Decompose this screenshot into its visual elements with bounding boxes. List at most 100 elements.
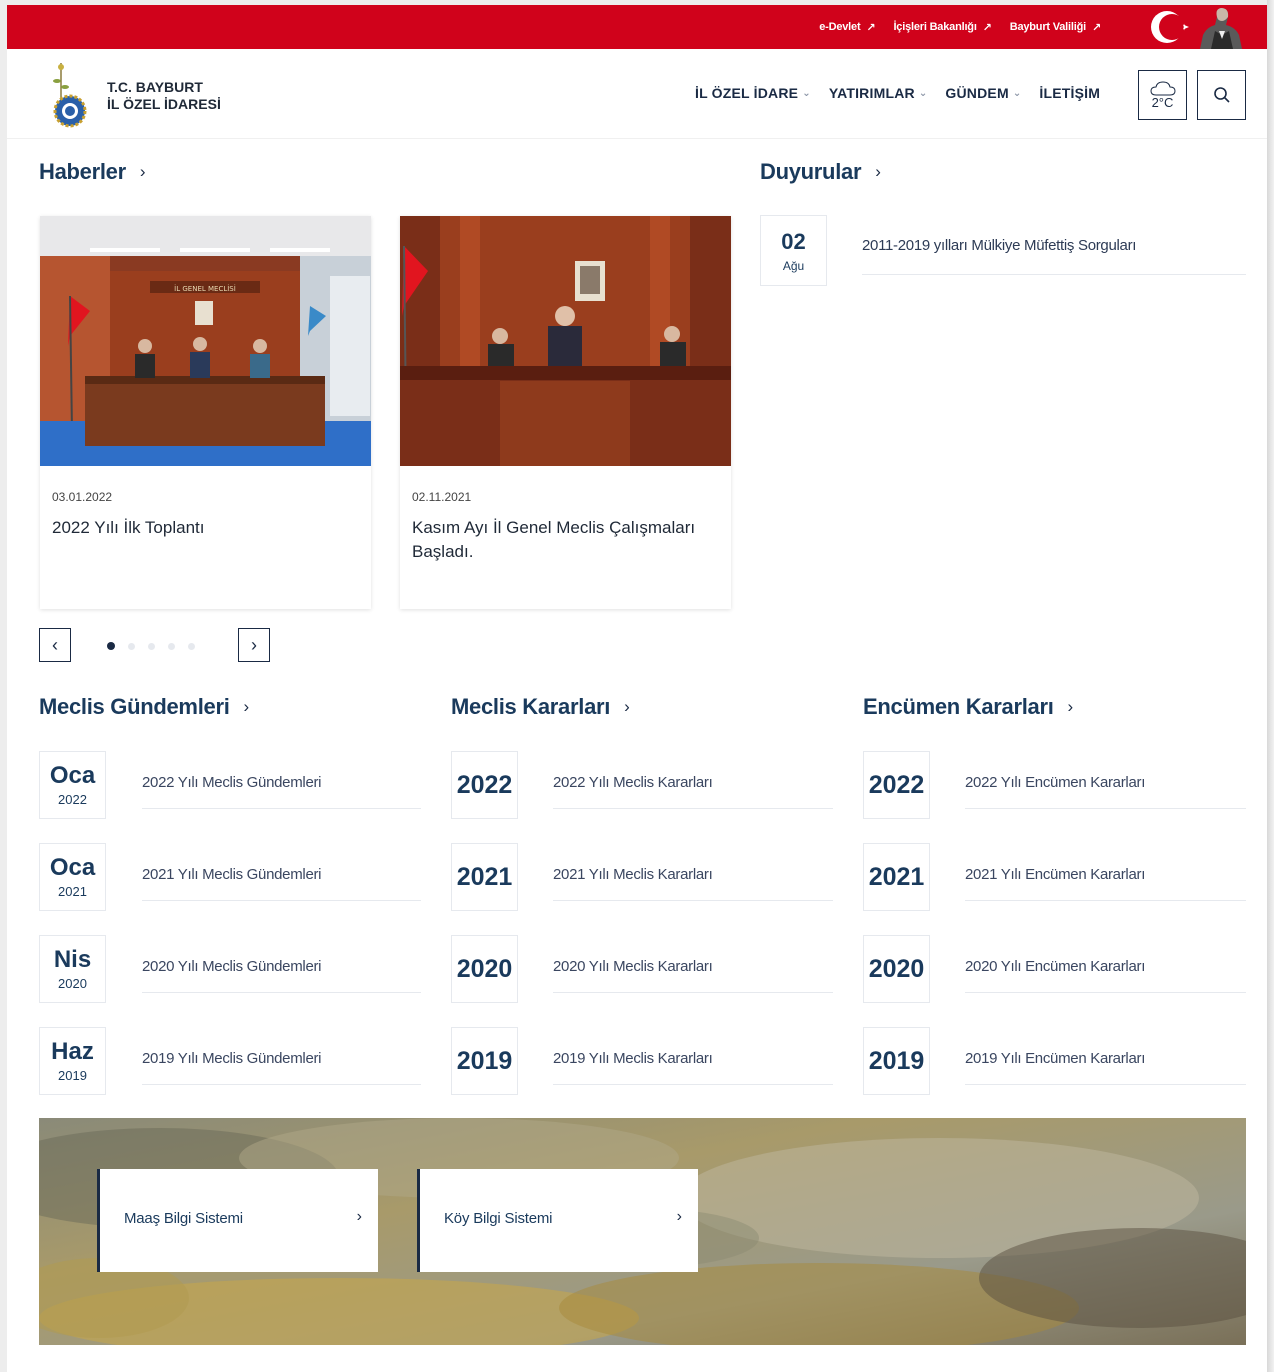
announcement-link[interactable]: 2011-2019 yılları Mülkiye Müfettiş Sorgu… bbox=[862, 237, 1246, 275]
year-box: 2022 bbox=[863, 751, 930, 819]
chevron-right-icon: › bbox=[251, 634, 257, 655]
main-nav: İL ÖZEL İDARE ⌄ YATIRIMLAR ⌄ GÜNDEM ⌄ İL… bbox=[695, 85, 1100, 101]
site-header: T.C. BAYBURT İL ÖZEL İDARESİ İL ÖZEL İDA… bbox=[7, 49, 1267, 139]
meclis-kararlari-title[interactable]: Meclis Kararları › bbox=[451, 694, 630, 720]
external-arrow-icon: ↗ bbox=[1091, 21, 1101, 34]
date-year: 2021 bbox=[58, 884, 87, 899]
date-year: 2022 bbox=[58, 792, 87, 807]
news-title-label: Haberler bbox=[39, 159, 126, 184]
list-item-link[interactable]: 2021 Yılı Meclis Kararları bbox=[553, 845, 833, 901]
news-image: İL GENEL MECLİSİ bbox=[40, 216, 371, 466]
slider-prev-button[interactable]: ‹ bbox=[39, 628, 71, 662]
list-item-link[interactable]: 2020 Yılı Meclis Gündemleri bbox=[142, 937, 421, 993]
year-box: 2020 bbox=[863, 935, 930, 1003]
date-box: Oca 2022 bbox=[39, 751, 106, 819]
list-item-link[interactable]: 2021 Yılı Meclis Gündemleri bbox=[142, 845, 421, 901]
list-item-link[interactable]: 2022 Yılı Encümen Kararları bbox=[965, 753, 1246, 809]
year-label: 2019 bbox=[868, 1047, 925, 1075]
year-box: 2021 bbox=[863, 843, 930, 911]
year-label: 2022 bbox=[456, 771, 513, 799]
chevron-right-icon: › bbox=[243, 697, 250, 716]
nav-label: İL ÖZEL İDARE bbox=[695, 85, 799, 101]
date-month: Oca bbox=[49, 762, 96, 789]
announcements-section-title[interactable]: Duyurular › bbox=[760, 159, 881, 185]
brand-name[interactable]: T.C. BAYBURT İL ÖZEL İDARESİ bbox=[107, 79, 221, 113]
date-month: Nis bbox=[53, 946, 92, 973]
chevron-right-icon: › bbox=[356, 1208, 362, 1225]
nav-il-ozel-idare[interactable]: İL ÖZEL İDARE ⌄ bbox=[695, 85, 811, 101]
search-icon bbox=[1213, 87, 1230, 103]
valilik-link[interactable]: Bayburt Valiliği ↗ bbox=[1010, 21, 1101, 34]
announcement-month: Ağu bbox=[782, 258, 805, 273]
bayburt-logo[interactable] bbox=[47, 61, 93, 129]
nav-iletisim[interactable]: İLETİŞİM bbox=[1039, 85, 1100, 101]
icisleri-link[interactable]: İçişleri Bakanlığı ↗ bbox=[893, 21, 991, 34]
slider-dots bbox=[107, 642, 195, 650]
list-item-link[interactable]: 2022 Yılı Meclis Kararları bbox=[553, 753, 833, 809]
news-title[interactable]: Kasım Ayı İl Genel Meclis Çalışmaları Ba… bbox=[412, 516, 717, 564]
search-button[interactable] bbox=[1197, 70, 1246, 120]
encumen-kararlari-title[interactable]: Encümen Kararları › bbox=[863, 694, 1073, 720]
external-arrow-icon: ↗ bbox=[866, 21, 876, 34]
button-label: Köy Bilgi Sistemi bbox=[444, 1210, 553, 1227]
list-item-link[interactable]: 2019 Yılı Encümen Kararları bbox=[965, 1029, 1246, 1085]
edevlet-link-label: e-Devlet bbox=[819, 21, 861, 33]
list-item-link[interactable]: 2020 Yılı Meclis Kararları bbox=[553, 937, 833, 993]
external-links: e-Devlet ↗ İçişleri Bakanlığı ↗ Bayburt … bbox=[819, 5, 1101, 49]
section-title-label: Encümen Kararları bbox=[863, 694, 1054, 719]
chevron-down-icon: ⌄ bbox=[1012, 87, 1022, 99]
nav-gundem[interactable]: GÜNDEM ⌄ bbox=[945, 85, 1021, 101]
year-box: 2019 bbox=[451, 1027, 518, 1095]
edevlet-link[interactable]: e-Devlet ↗ bbox=[819, 21, 875, 34]
slider-dot[interactable] bbox=[148, 642, 155, 650]
meclis-gundemleri-title[interactable]: Meclis Gündemleri › bbox=[39, 694, 249, 720]
list-item-link[interactable]: 2021 Yılı Encümen Kararları bbox=[965, 845, 1246, 901]
news-section-title[interactable]: Haberler › bbox=[39, 159, 146, 185]
year-label: 2020 bbox=[868, 955, 925, 983]
year-box: 2021 bbox=[451, 843, 518, 911]
nav-label: GÜNDEM bbox=[945, 85, 1009, 101]
nav-label: YATIRIMLAR bbox=[828, 85, 915, 101]
year-label: 2021 bbox=[456, 863, 513, 891]
list-item-link[interactable]: 2020 Yılı Encümen Kararları bbox=[965, 937, 1246, 993]
page: e-Devlet ↗ İçişleri Bakanlığı ↗ Bayburt … bbox=[7, 5, 1267, 1372]
nav-label: İLETİŞİM bbox=[1039, 85, 1101, 101]
year-label: 2021 bbox=[868, 863, 925, 891]
news-title[interactable]: 2022 Yılı İlk Toplantı bbox=[52, 516, 357, 540]
brand-line-2: İL ÖZEL İDARESİ bbox=[107, 96, 221, 112]
chevron-down-icon: ⌄ bbox=[802, 87, 811, 99]
chevron-right-icon: › bbox=[1067, 697, 1074, 716]
page-edge-shadow bbox=[1267, 0, 1274, 1372]
news-date: 02.11.2021 bbox=[412, 490, 472, 504]
date-box: Haz 2019 bbox=[39, 1027, 106, 1095]
news-date: 03.01.2022 bbox=[52, 490, 113, 504]
news-card[interactable]: İL GENEL MECLİSİ 03.01.2022 2022 Yılı İl… bbox=[40, 216, 371, 609]
maas-bilgi-sistemi-button[interactable]: Maaş Bilgi Sistemi › bbox=[97, 1169, 378, 1272]
weather-button[interactable]: 2°C bbox=[1138, 70, 1187, 120]
date-year: 2020 bbox=[58, 976, 87, 991]
year-label: 2019 bbox=[456, 1047, 513, 1075]
slider-dot[interactable] bbox=[107, 642, 115, 650]
date-month: Haz bbox=[51, 1038, 94, 1065]
announcement-day: 02 bbox=[781, 228, 806, 254]
slider-dot[interactable] bbox=[128, 642, 135, 650]
list-item-link[interactable]: 2022 Yılı Meclis Gündemleri bbox=[142, 753, 421, 809]
koy-bilgi-sistemi-button[interactable]: Köy Bilgi Sistemi › bbox=[417, 1169, 698, 1272]
news-card[interactable]: 02.11.2021 Kasım Ayı İl Genel Meclis Çal… bbox=[400, 216, 731, 609]
slider-dot[interactable] bbox=[188, 642, 195, 650]
date-year: 2019 bbox=[58, 1068, 87, 1083]
chevron-right-icon: › bbox=[624, 697, 630, 716]
chevron-right-icon: › bbox=[676, 1208, 682, 1225]
list-item-link[interactable]: 2019 Yılı Meclis Kararları bbox=[553, 1029, 833, 1085]
slider-next-button[interactable]: › bbox=[238, 628, 270, 662]
brand-line-1: T.C. BAYBURT bbox=[107, 79, 203, 95]
nav-yatirimlar[interactable]: YATIRIMLAR ⌄ bbox=[829, 85, 928, 101]
button-label: Maaş Bilgi Sistemi bbox=[124, 1210, 243, 1227]
temperature: 2°C bbox=[1151, 94, 1174, 110]
date-box: Oca 2021 bbox=[39, 843, 106, 911]
slider-dot[interactable] bbox=[168, 642, 175, 650]
list-item-link[interactable]: 2019 Yılı Meclis Gündemleri bbox=[142, 1029, 421, 1085]
top-bar: e-Devlet ↗ İçişleri Bakanlığı ↗ Bayburt … bbox=[7, 5, 1267, 49]
section-title-label: Meclis Gündemleri bbox=[39, 694, 230, 719]
year-box: 2022 bbox=[451, 751, 518, 819]
